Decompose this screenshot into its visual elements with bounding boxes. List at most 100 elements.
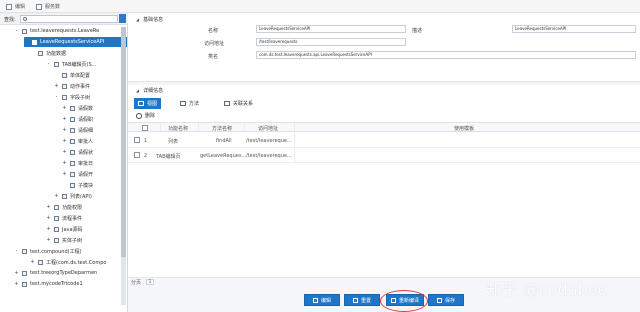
tree-scrollbar[interactable] (121, 27, 126, 305)
package-icon (22, 281, 27, 287)
expand-icon[interactable]: + (62, 160, 67, 166)
expand-icon[interactable]: + (62, 116, 67, 122)
expand-icon[interactable]: + (46, 204, 51, 210)
reset-icon (352, 297, 358, 303)
tree-node[interactable]: + 请假状 (62, 147, 93, 157)
field-icon (70, 138, 75, 144)
expand-icon[interactable]: + (54, 83, 59, 89)
import-icon (6, 3, 12, 10)
basic-info-panel: ◢ 基础信息 名称 LeaveRequestsServiceAPI 描述 Lea… (128, 13, 640, 82)
list-icon (62, 193, 67, 199)
event-icon (62, 83, 67, 89)
detail-panel: ◢ 详细信息 视图 方法 关联关系 删除 功能名称 方法名称 访问地址 使用模板 (128, 85, 640, 285)
tree-node[interactable]: + 工程(com.ds.test.Compo (30, 257, 106, 267)
delete-button[interactable]: 删除 (136, 112, 155, 119)
toolbar-import-button[interactable]: 编辑 (6, 3, 25, 10)
select-all-checkbox[interactable] (142, 125, 148, 131)
collapse-triangle-icon[interactable]: ◢ (136, 17, 139, 22)
collapse-icon[interactable]: - (46, 61, 51, 67)
tree-node[interactable]: - TAB编辑页(S... (46, 59, 97, 69)
magnifier-icon (23, 17, 27, 21)
java-icon (54, 226, 59, 232)
collapse-icon[interactable]: - (14, 248, 19, 254)
tree-node[interactable]: + 动作事件 (54, 81, 90, 91)
tree-node[interactable]: 功能数据 (38, 48, 66, 58)
edit-button[interactable]: 编辑 (304, 294, 340, 306)
tree-node[interactable]: + test.mycodeTrtcode1 (14, 279, 82, 289)
basic-info-header[interactable]: ◢ 基础信息 (136, 16, 163, 23)
tree-node[interactable]: + 流程事件 (46, 213, 82, 223)
tree-node-selected[interactable]: LeaveRequestsServiceAPI (24, 37, 127, 47)
tab-icon (54, 61, 59, 67)
expand-icon[interactable]: + (14, 281, 19, 287)
project-tree: - test.leaverequests.LeaveRe LeaveReques… (0, 25, 128, 312)
expand-icon[interactable]: + (62, 105, 67, 111)
table-row[interactable]: 1 列表 findAll /test/leavereque... (128, 133, 640, 148)
export-icon (36, 3, 42, 10)
url-field[interactable]: /test/leaverequests (256, 38, 406, 46)
expand-icon[interactable]: + (46, 237, 51, 243)
recompile-button[interactable]: 重新编译 (386, 294, 424, 306)
expand-icon[interactable]: + (62, 138, 67, 144)
tree-node[interactable]: + 功能权限 (46, 202, 82, 212)
toolbar-export-button[interactable]: 服务数 (36, 3, 60, 10)
expand-icon[interactable]: + (62, 171, 67, 177)
tree-node[interactable]: - 字段子树 (54, 92, 90, 102)
field-tree-icon (62, 94, 67, 100)
collapse-icon[interactable]: - (14, 28, 19, 34)
entity-icon (54, 237, 59, 243)
tree-node[interactable]: + 实体子树 (46, 235, 82, 245)
cell-method: findAll (216, 138, 232, 144)
search-icon[interactable] (119, 14, 126, 23)
name-field[interactable]: LeaveRequestsServiceAPI (256, 25, 406, 33)
cell-method: getLeaveReques... (200, 153, 247, 159)
expand-icon[interactable]: + (30, 259, 35, 265)
package-icon (22, 28, 27, 34)
expand-icon[interactable]: + (62, 127, 67, 133)
expand-icon[interactable]: + (62, 149, 67, 155)
tree-node[interactable]: - test.leaverequests.LeaveRe (14, 26, 100, 36)
search-input[interactable] (20, 15, 118, 23)
watermark: 知乎 @codabee (486, 280, 608, 299)
tree-node[interactable]: + test.treeorgTypeDeparmen (14, 268, 97, 278)
collapse-triangle-icon[interactable]: ◢ (136, 88, 139, 93)
tab-method[interactable]: 方法 (176, 98, 203, 109)
tree-node[interactable]: + 列表(API) (54, 191, 91, 201)
desc-field[interactable]: LeaveRequestsServiceAPI (512, 25, 636, 33)
expand-icon[interactable]: + (46, 226, 51, 232)
tree-node[interactable]: + 审批日 (62, 158, 93, 168)
column-header[interactable]: 方法名称 (212, 125, 232, 132)
delete-icon (136, 112, 142, 119)
column-header[interactable]: 功能名称 (168, 125, 188, 132)
column-header[interactable]: 访问地址 (258, 125, 278, 132)
column-header[interactable]: 使用模板 (454, 125, 474, 132)
scrollbar-thumb[interactable] (121, 27, 126, 257)
class-field[interactable]: com.ds.test.leaverequests.api.LeaveReque… (256, 51, 636, 59)
tree-node[interactable]: + 请假细 (62, 125, 93, 135)
collapse-icon[interactable]: - (54, 94, 59, 100)
row-checkbox[interactable] (134, 152, 140, 158)
tab-relation[interactable]: 关联关系 (220, 98, 257, 109)
tree-node[interactable]: + 请假开 (62, 169, 93, 179)
tree-node[interactable]: 子模块 (70, 180, 93, 190)
tree-search-row: 查找: (0, 13, 128, 25)
reset-button[interactable]: 重置 (344, 294, 380, 306)
detail-info-header[interactable]: ◢ 详细信息 (136, 87, 163, 94)
tree-node[interactable]: - test.compound(工程) (14, 246, 82, 256)
column-divider (294, 148, 295, 162)
tree-node[interactable]: + 请假数 (62, 103, 93, 113)
row-checkbox[interactable] (134, 137, 140, 143)
tree-node[interactable]: + 审批人 (62, 136, 93, 146)
expand-icon[interactable]: + (54, 193, 59, 199)
tab-view[interactable]: 视图 (134, 98, 162, 109)
expand-icon[interactable]: + (46, 215, 51, 221)
tree-node[interactable]: + Java源码 (46, 224, 82, 234)
table-row[interactable]: 2 TAB编辑页 getLeaveReques... /test/leavere… (128, 148, 640, 163)
tree-node[interactable]: 单体配置 (62, 70, 90, 80)
permission-icon (54, 204, 59, 210)
tree-node[interactable]: + 请假职 (62, 114, 93, 124)
field-icon (70, 105, 75, 111)
page-number-input[interactable]: 1 (146, 279, 154, 285)
expand-icon[interactable]: + (14, 270, 19, 276)
save-button[interactable]: 保存 (428, 294, 464, 306)
